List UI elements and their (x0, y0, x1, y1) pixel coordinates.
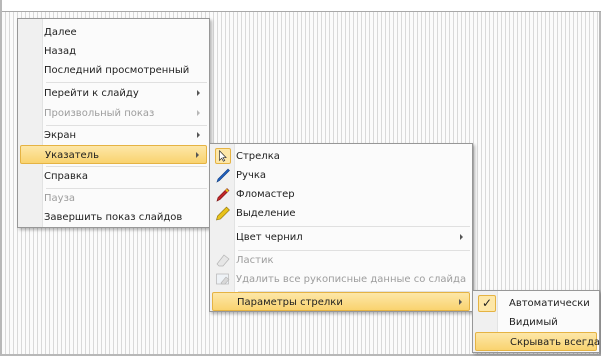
eraser-icon (216, 254, 230, 267)
menu-separator (46, 82, 207, 83)
submenu-item-felt-tip[interactable]: Фломастер (212, 185, 470, 204)
menu-item-end-show[interactable]: Завершить показ слайдов (20, 208, 207, 227)
menu-item-label: Перейти к слайду (44, 88, 139, 99)
menu-item-last-viewed[interactable]: Последний просмотренный (20, 61, 207, 80)
menu-item-custom-show: Произвольный показ (20, 104, 207, 123)
menu-item-label: Назад (44, 46, 77, 57)
option-automatic[interactable]: ✓ Автоматически (475, 294, 597, 313)
menu-item-pointer[interactable]: Указатель (20, 145, 207, 164)
menu-item-previous[interactable]: Назад (20, 42, 207, 61)
menu-item-label: Параметры стрелки (237, 297, 343, 308)
pen-icon (216, 168, 230, 183)
submenu-arrow-icon (460, 234, 463, 240)
submenu-item-erase-all: Удалить все рукописные данные со слайда (212, 270, 470, 289)
option-always-hide[interactable]: Скрывать всегда (475, 332, 601, 351)
menu-item-label: Цвет чернил (236, 232, 303, 243)
menu-item-pause: Пауза (20, 189, 207, 208)
submenu-arrow-icon (197, 110, 200, 116)
submenu-arrow-icon (197, 132, 200, 138)
submenu-item-ink-color[interactable]: Цвет чернил (212, 228, 470, 247)
menu-separator (238, 226, 470, 227)
arrow-options-submenu: ✓ Автоматически Видимый Скрывать всегда (472, 290, 600, 353)
erase-all-icon (216, 273, 230, 285)
highlighter-icon (216, 206, 230, 221)
menu-item-go-to-slide[interactable]: Перейти к слайду (20, 84, 207, 103)
submenu-item-arrow[interactable]: Стрелка (212, 147, 470, 166)
option-visible[interactable]: Видимый (475, 313, 597, 332)
slideshow-context-menu: Далее Назад Последний просмотренный Пере… (17, 18, 210, 228)
menu-item-label: Экран (44, 130, 77, 141)
menu-item-label: Автоматически (509, 298, 590, 309)
menu-item-label: Скрывать всегда (510, 337, 601, 348)
submenu-item-eraser: Ластик (212, 251, 470, 270)
arrow-pointer-icon (215, 148, 231, 164)
menu-item-label: Пауза (44, 193, 76, 204)
checkmark-icon: ✓ (478, 295, 496, 312)
menu-item-label: Удалить все рукописные данные со слайда (236, 274, 467, 285)
menu-item-label: Произвольный показ (44, 108, 155, 119)
menu-item-next[interactable]: Далее (20, 23, 207, 42)
menu-item-label: Справка (44, 171, 89, 182)
submenu-item-arrow-options[interactable]: Параметры стрелки (212, 292, 470, 311)
menu-item-label: Выделение (236, 208, 296, 219)
submenu-arrow-icon (196, 152, 199, 158)
menu-item-label: Завершить показ слайдов (44, 212, 183, 223)
menu-item-help[interactable]: Справка (20, 167, 207, 186)
menu-item-label: Ручка (236, 170, 267, 181)
submenu-arrow-icon (197, 90, 200, 96)
menu-item-label: Далее (44, 27, 77, 38)
menu-item-label: Ластик (236, 255, 274, 266)
menu-item-label: Указатель (45, 150, 99, 161)
menu-item-screen[interactable]: Экран (20, 126, 207, 145)
felt-tip-icon (216, 188, 230, 202)
submenu-arrow-icon (459, 299, 462, 305)
pointer-submenu: Стрелка Ручка Фломастер Выделение Цвет ч… (209, 143, 473, 312)
slide-top-edge (2, 0, 601, 12)
menu-item-label: Последний просмотренный (44, 65, 190, 76)
submenu-item-pen[interactable]: Ручка (212, 166, 470, 185)
menu-item-label: Видимый (509, 317, 558, 328)
submenu-item-highlighter[interactable]: Выделение (212, 204, 470, 223)
menu-item-label: Стрелка (236, 151, 280, 162)
menu-item-label: Фломастер (236, 189, 295, 200)
